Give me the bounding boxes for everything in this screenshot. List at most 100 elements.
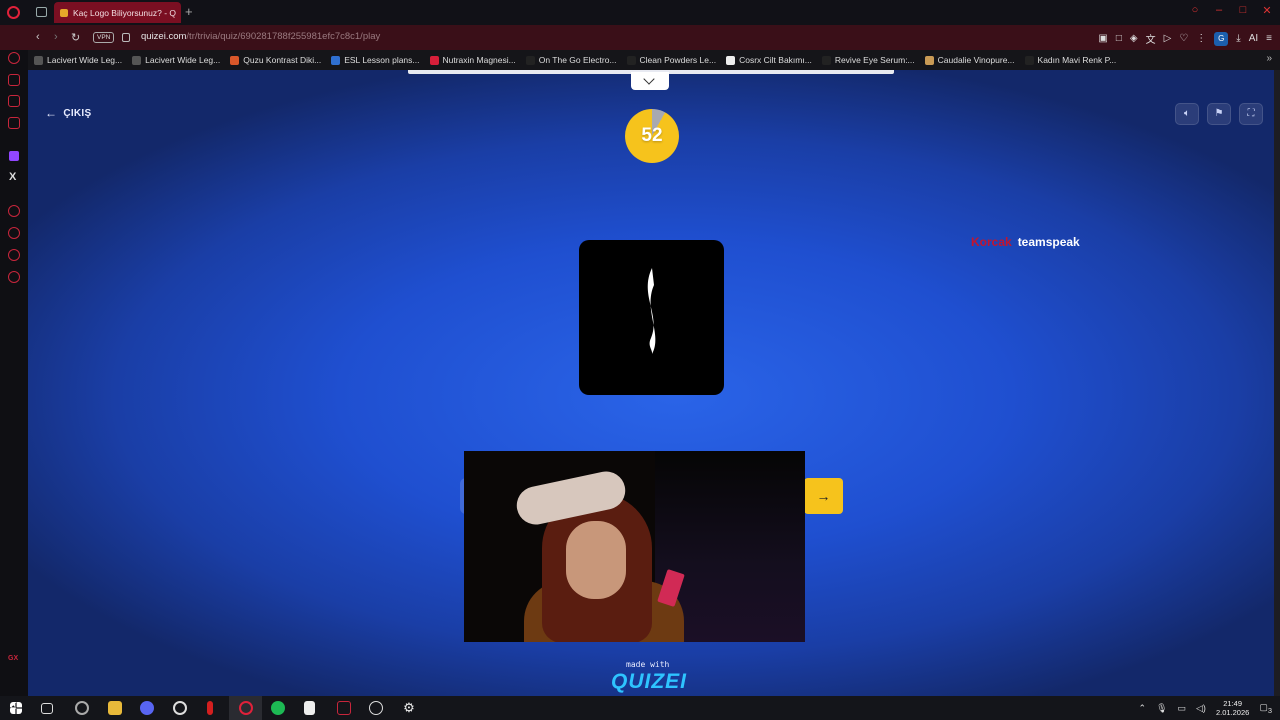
new-tab-button[interactable]: +: [185, 4, 193, 19]
taskbar-power-icon[interactable]: [369, 701, 383, 715]
play-icon[interactable]: ▷: [1164, 33, 1172, 44]
bookmark-item[interactable]: On The Go Electro...: [525, 55, 617, 65]
sidebar-player-icon[interactable]: [8, 205, 20, 217]
tray-volume-icon[interactable]: ◁): [1196, 703, 1206, 714]
sidebar-mail-icon[interactable]: [8, 117, 20, 129]
bookmark-label: Nutraxin Magnesi...: [442, 55, 516, 65]
reload-icon[interactable]: ↻: [71, 31, 80, 44]
bookmarks-more-icon[interactable]: »: [1266, 53, 1272, 64]
minimize-button[interactable]: –: [1212, 4, 1226, 17]
exit-button[interactable]: ← ÇIKIŞ: [45, 106, 91, 120]
window-controls: ○ – □ ✕: [1188, 4, 1274, 17]
submit-answer-button[interactable]: →: [804, 478, 843, 514]
chat-text: teamspeak: [1017, 235, 1080, 249]
bookmark-item[interactable]: Cosrx Cilt Bakımı...: [726, 55, 812, 65]
taskbar-chrome-icon[interactable]: [75, 701, 89, 715]
bookmark-label: Lacivert Wide Leg...: [47, 55, 123, 65]
sidebar-settings-icon[interactable]: [8, 271, 20, 283]
windows-start-icon[interactable]: [10, 702, 22, 714]
url-field[interactable]: quizei.com/tr/trivia/quiz/690281788f2559…: [141, 31, 380, 42]
close-button[interactable]: ✕: [1260, 4, 1274, 17]
taskbar-vegas-icon[interactable]: [337, 701, 351, 715]
bookmark-item[interactable]: Lacivert Wide Leg...: [34, 55, 122, 65]
bookmark-label: Kadın Mavi Renk P...: [1037, 55, 1117, 65]
taskbar-settings-icon[interactable]: ⚙: [402, 701, 416, 715]
bookmark-label: Cosrx Cilt Bakımı...: [739, 55, 812, 65]
webcam-overlay: [464, 451, 805, 642]
taskbar-clock[interactable]: 21:49 2.01.2026: [1216, 699, 1249, 717]
bookmarks-bar: Lacivert Wide Leg... Lacivert Wide Leg...…: [28, 50, 1280, 70]
bookmark-item[interactable]: Lacivert Wide Leg...: [132, 55, 220, 65]
sidebar-history-icon[interactable]: [8, 227, 20, 239]
speaker-icon: 🔈︎: [1184, 108, 1190, 119]
task-view-icon[interactable]: [41, 703, 53, 714]
tray-chevron-up-icon[interactable]: ⌃: [1139, 703, 1147, 714]
bookmark-label: Caudalie Vinopure...: [937, 55, 1015, 65]
arrow-left-icon: ←: [45, 106, 58, 120]
system-tray: ⌃ 🎙︎ ▭ ◁) 21:49 2.01.2026 ▢3: [1139, 699, 1272, 717]
download-icon[interactable]: ⤓: [1236, 33, 1240, 44]
shield-icon[interactable]: ◈: [1130, 33, 1138, 44]
notifications-icon[interactable]: ▢3: [1259, 702, 1272, 715]
bookmark-item[interactable]: Kadın Mavi Renk P...: [1024, 55, 1117, 65]
quizei-brand-logo[interactable]: QUIZEI: [611, 670, 687, 694]
tray-network-icon[interactable]: ▭: [1178, 703, 1187, 714]
taskbar-netflix-icon[interactable]: [207, 701, 213, 715]
bookmark-item[interactable]: Clean Powders Le...: [626, 55, 716, 65]
taskbar-opera-icon[interactable]: [239, 701, 253, 715]
tab-switcher-icon[interactable]: [36, 7, 47, 17]
chat-overlay-message: Korcak teamspeak: [971, 235, 1080, 249]
sidebar-store-icon[interactable]: [8, 95, 20, 107]
sidebar-extensions-icon[interactable]: [8, 249, 20, 261]
tray-mic-icon[interactable]: 🎙︎: [1156, 703, 1167, 714]
bookmark-label: On The Go Electro...: [538, 55, 617, 65]
bookmark-favicon-icon: [626, 55, 636, 65]
ai-button[interactable]: AI: [1249, 33, 1258, 44]
page-scrollbar[interactable]: [1274, 70, 1280, 696]
snapshot-icon[interactable]: ▣: [1098, 33, 1107, 44]
search-tabs-icon[interactable]: ○: [1188, 4, 1202, 17]
bookmark-item[interactable]: ESL Lesson plans...: [331, 55, 420, 65]
tab-capture-icon[interactable]: □: [1116, 33, 1122, 44]
fullscreen-button[interactable]: ⛶: [1239, 103, 1263, 125]
easy-setup-icon[interactable]: ≡: [1266, 33, 1272, 44]
taskbar-spotify-icon[interactable]: [271, 701, 285, 715]
bookmark-item[interactable]: Revive Eye Serum:...: [821, 55, 915, 65]
menu-dots-icon[interactable]: ⋮: [1196, 33, 1206, 44]
bookmark-item[interactable]: Quzu Kontrast Diki...: [230, 55, 321, 65]
profile-avatar[interactable]: G: [1214, 31, 1229, 46]
bookmark-item[interactable]: Nutraxin Magnesi...: [429, 55, 516, 65]
lock-icon[interactable]: [122, 33, 130, 42]
report-button[interactable]: ⚑: [1207, 103, 1231, 125]
sound-toggle-button[interactable]: 🔈︎: [1175, 103, 1199, 125]
bookmark-label: Quzu Kontrast Diki...: [243, 55, 322, 65]
vpn-badge[interactable]: VPN: [93, 32, 115, 43]
chevron-down-icon: [643, 73, 655, 85]
maximize-button[interactable]: □: [1236, 4, 1250, 17]
sidebar-gx-icon[interactable]: GX: [8, 655, 18, 662]
forward-icon[interactable]: ›: [54, 31, 58, 43]
taskbar-explorer-icon[interactable]: [108, 701, 122, 715]
bookmark-favicon-icon: [525, 55, 535, 65]
timer-value: 52: [641, 125, 663, 146]
translate-icon[interactable]: 文: [1146, 31, 1156, 46]
opera-logo-icon[interactable]: [7, 6, 20, 19]
taskbar-discord-icon[interactable]: [140, 701, 154, 715]
exit-label: ÇIKIŞ: [63, 107, 92, 119]
url-host: quizei.com: [141, 31, 187, 42]
taskbar-app-icon[interactable]: [173, 701, 187, 715]
bookmark-favicon-icon: [821, 55, 831, 65]
logo-question-image: [579, 240, 724, 395]
tab-active[interactable]: Kaç Logo Biliyorsunuz? - Q: [54, 2, 181, 23]
sidebar-twitch-icon[interactable]: [9, 151, 19, 161]
taskbar-notepad-icon[interactable]: [304, 701, 315, 715]
back-icon[interactable]: ‹: [36, 31, 40, 43]
collapse-banner-button[interactable]: [631, 72, 669, 90]
sidebar-x-icon[interactable]: X: [9, 171, 16, 183]
sidebar-person-icon[interactable]: [8, 74, 20, 86]
bookmark-favicon-icon: [230, 55, 240, 65]
windows-taskbar: ⚙ ⌃ 🎙︎ ▭ ◁) 21:49 2.01.2026 ▢3: [0, 696, 1280, 720]
bookmark-item[interactable]: Caudalie Vinopure...: [924, 55, 1015, 65]
sidebar-gx-control-icon[interactable]: [8, 52, 20, 64]
heart-icon[interactable]: ♡: [1179, 33, 1188, 44]
